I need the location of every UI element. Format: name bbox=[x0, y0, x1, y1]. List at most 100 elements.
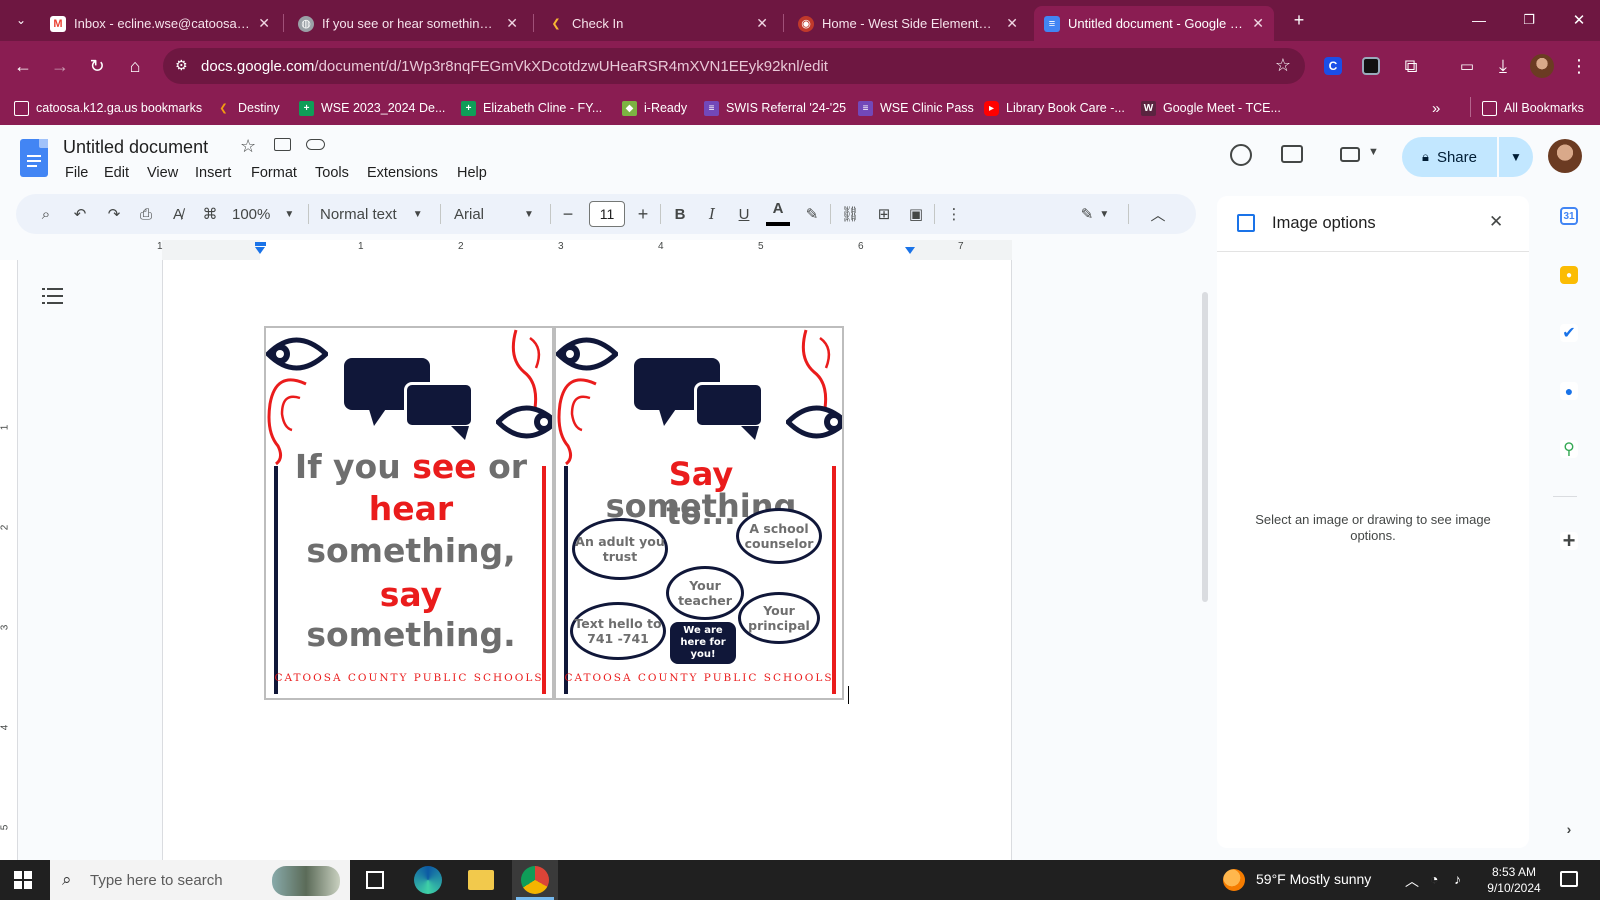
left-indent-handle[interactable] bbox=[255, 247, 265, 254]
menu-view[interactable]: View bbox=[147, 165, 178, 181]
keep-icon[interactable]: ● bbox=[1560, 266, 1578, 284]
address-bar[interactable]: ⚙ docs.google.com/document/d/1Wp3r8nqFEG… bbox=[163, 48, 1305, 84]
bookmark-item[interactable]: ≡ WSE Clinic Pass bbox=[858, 99, 974, 117]
tab-west-side[interactable]: ◉ Home - West Side Elementary S ✕ bbox=[788, 6, 1028, 41]
editing-mode-icon[interactable]: ✎ ▼ bbox=[1074, 194, 1116, 234]
comments-icon[interactable] bbox=[1281, 145, 1303, 163]
bookmark-item[interactable]: W Google Meet - TCE... bbox=[1141, 99, 1281, 117]
vertical-ruler[interactable]: 1 2 3 4 5 bbox=[0, 260, 18, 860]
tab-untitled-document[interactable]: ≡ Untitled document - Google Do ✕ bbox=[1034, 6, 1274, 41]
poster-right-image[interactable]: Say something to... An adult you trust A… bbox=[554, 326, 844, 700]
font-size-input[interactable]: 11 bbox=[589, 201, 625, 227]
increase-font-size-button[interactable]: + bbox=[631, 194, 655, 234]
redo-icon[interactable]: ↷ bbox=[102, 194, 126, 234]
move-folder-icon[interactable] bbox=[274, 138, 291, 151]
close-icon[interactable]: ✕ bbox=[506, 15, 518, 32]
bookmark-item[interactable]: + WSE 2023_2024 De... bbox=[299, 99, 445, 117]
chrome-taskbar-button[interactable] bbox=[512, 860, 558, 900]
document-scrollbar[interactable] bbox=[1202, 292, 1208, 602]
menu-format[interactable]: Format bbox=[251, 165, 297, 181]
task-view-icon[interactable] bbox=[366, 871, 384, 889]
zoom-select[interactable]: 100% ▼ bbox=[232, 194, 302, 234]
share-dropdown-icon[interactable]: ▼ bbox=[1499, 137, 1533, 177]
bookmark-item[interactable]: catoosa.k12.ga.us bookmarks bbox=[14, 99, 202, 117]
reload-icon[interactable]: ↻ bbox=[84, 53, 110, 79]
add-addon-icon[interactable]: + bbox=[1560, 528, 1578, 553]
new-tab-icon[interactable]: + bbox=[1286, 7, 1312, 33]
account-avatar[interactable] bbox=[1548, 139, 1582, 173]
chevron-up-icon[interactable]: ︿ bbox=[1146, 194, 1170, 234]
tasks-icon[interactable]: ✔ bbox=[1560, 324, 1578, 342]
menu-edit[interactable]: Edit bbox=[104, 165, 129, 181]
text-color-button[interactable]: A bbox=[766, 194, 790, 226]
volume-icon[interactable]: ♪ bbox=[1454, 871, 1461, 887]
more-bookmarks-icon[interactable]: » bbox=[1432, 99, 1440, 117]
insert-image-icon[interactable]: ▣ bbox=[904, 194, 928, 234]
bookmark-item[interactable]: ◆ i-Ready bbox=[622, 99, 687, 117]
menu-tools[interactable]: Tools bbox=[315, 165, 349, 181]
window-close-icon[interactable]: ✕ bbox=[1566, 7, 1592, 33]
close-icon[interactable]: ✕ bbox=[1006, 15, 1018, 32]
docs-logo-icon[interactable] bbox=[20, 139, 48, 177]
horizontal-ruler[interactable]: 1 1 2 3 4 5 6 7 bbox=[0, 240, 1200, 260]
maps-icon[interactable]: ⚲ bbox=[1560, 440, 1578, 458]
poster-left-image[interactable]: If you see or hear something, say someth… bbox=[264, 326, 554, 700]
bookmark-item[interactable]: + Elizabeth Cline - FY... bbox=[461, 99, 602, 117]
minimize-icon[interactable]: — bbox=[1466, 7, 1492, 33]
site-info-icon[interactable]: ⚙ bbox=[175, 57, 188, 74]
close-icon[interactable]: ✕ bbox=[258, 15, 270, 32]
menu-help[interactable]: Help bbox=[457, 165, 487, 181]
close-icon[interactable]: ✕ bbox=[1252, 15, 1264, 32]
extension-c-icon[interactable]: C bbox=[1324, 57, 1342, 75]
insert-link-icon[interactable]: ⛓ bbox=[838, 194, 862, 234]
font-select[interactable]: Arial ▼ bbox=[454, 194, 544, 234]
clock[interactable]: 8:53 AM 9/10/2024 bbox=[1486, 864, 1542, 896]
extension-camera-icon[interactable] bbox=[1362, 57, 1380, 75]
star-icon[interactable]: ☆ bbox=[240, 136, 256, 157]
cast-icon[interactable]: ▭ bbox=[1454, 53, 1480, 79]
bookmark-item[interactable]: ❮ Destiny bbox=[216, 99, 279, 117]
print-icon[interactable]: ⎙ bbox=[134, 194, 158, 234]
document-outline-icon[interactable] bbox=[42, 287, 64, 305]
edge-icon[interactable] bbox=[414, 866, 442, 894]
home-icon[interactable]: ⌂ bbox=[122, 53, 148, 79]
tab-inbox[interactable]: M Inbox - ecline.wse@catoosa.k12 ✕ bbox=[40, 6, 280, 41]
paint-format-icon[interactable]: ⌘ bbox=[198, 194, 222, 234]
weather-text[interactable]: 59°F Mostly sunny bbox=[1256, 871, 1371, 887]
contacts-icon[interactable]: ● bbox=[1560, 382, 1578, 400]
close-icon[interactable]: ✕ bbox=[756, 15, 768, 32]
cloud-saved-icon[interactable] bbox=[306, 139, 325, 150]
download-icon[interactable]: ⤓ bbox=[1490, 53, 1516, 79]
chevron-right-icon[interactable]: › bbox=[1560, 820, 1578, 838]
close-panel-icon[interactable]: ✕ bbox=[1489, 212, 1503, 232]
share-button[interactable]: 🔒︎ Share bbox=[1402, 137, 1497, 177]
chevron-down-icon[interactable]: ▼ bbox=[1368, 146, 1379, 158]
decrease-font-size-button[interactable]: − bbox=[556, 194, 580, 234]
underline-button[interactable]: U bbox=[732, 194, 756, 234]
calendar-icon[interactable]: 31 bbox=[1560, 207, 1578, 225]
document-title[interactable]: Untitled document bbox=[63, 137, 208, 158]
right-indent-handle[interactable] bbox=[905, 247, 915, 254]
show-hidden-icons-icon[interactable]: ︿ bbox=[1405, 871, 1419, 891]
chrome-menu-icon[interactable]: ⋮ bbox=[1566, 53, 1592, 79]
bookmark-item[interactable]: ≡ SWIS Referral '24-'25 bbox=[704, 99, 846, 117]
first-line-indent-handle[interactable] bbox=[255, 242, 266, 246]
restore-icon[interactable]: ❐ bbox=[1516, 7, 1542, 33]
italic-button[interactable]: I bbox=[700, 194, 724, 234]
menu-extensions[interactable]: Extensions bbox=[367, 165, 438, 181]
forward-icon[interactable]: → bbox=[47, 53, 73, 79]
network-icon[interactable]: ◔ bbox=[1430, 871, 1438, 887]
spellcheck-icon[interactable]: A̸ bbox=[166, 194, 190, 234]
notifications-icon[interactable] bbox=[1560, 871, 1578, 887]
file-explorer-icon[interactable] bbox=[468, 870, 494, 890]
meet-camera-icon[interactable] bbox=[1340, 147, 1360, 162]
search-menus-icon[interactable]: ⌕ bbox=[34, 194, 58, 234]
paragraph-style-select[interactable]: Normal text ▼ bbox=[320, 194, 432, 234]
back-icon[interactable]: ← bbox=[10, 53, 36, 79]
taskbar-search-input[interactable]: ⌕ Type here to search bbox=[50, 860, 350, 900]
add-comment-icon[interactable]: ⊞ bbox=[872, 194, 896, 234]
bold-button[interactable]: B bbox=[668, 194, 692, 234]
tab-see-hear[interactable]: ◍ If you see or hear something, sa ✕ bbox=[288, 6, 528, 41]
extensions-puzzle-icon[interactable]: ⧉ bbox=[1398, 53, 1424, 79]
profile-avatar[interactable] bbox=[1530, 54, 1554, 78]
